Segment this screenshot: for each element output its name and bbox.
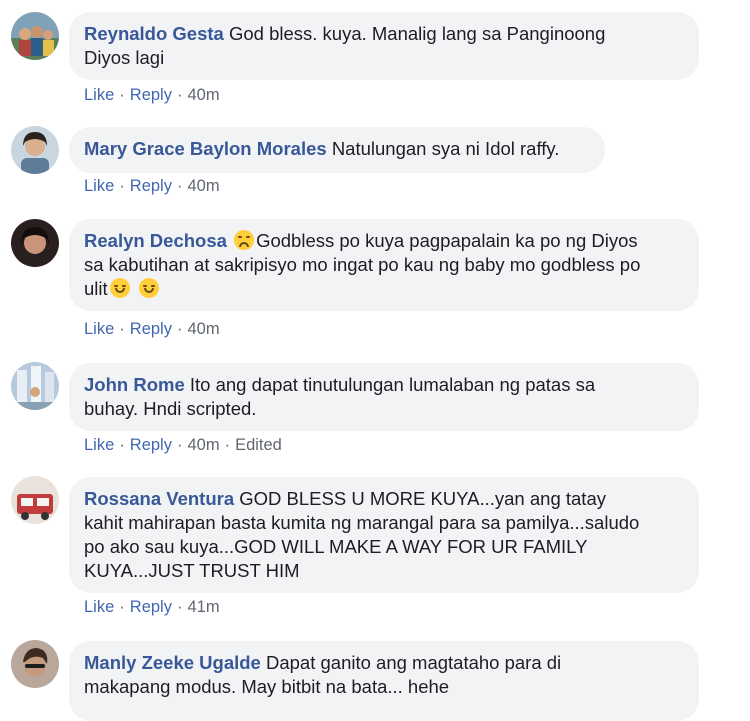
comment-bubble: Rossana Ventura GOD BLESS U MORE KUYA...… [69, 477, 699, 593]
comment-author[interactable]: Mary Grace Baylon Morales [84, 138, 327, 159]
comment-text: KUYA...JUST TRUST HIM [84, 560, 300, 581]
comment-bubble: Manly Zeeke Ugalde Dapat ganito ang magt… [69, 641, 699, 721]
like-link[interactable]: Like [84, 177, 114, 195]
smiling-face-icon [109, 278, 130, 298]
separator: · [119, 177, 125, 195]
comment-actions: Like · Reply · 40m [84, 320, 220, 339]
avatar[interactable] [11, 362, 59, 410]
separator: · [176, 598, 183, 616]
comment-timestamp[interactable]: 40m [187, 177, 219, 195]
reply-link[interactable]: Reply [130, 598, 172, 616]
comment-text: Dapat ganito ang magtataho para di [265, 652, 562, 673]
avatar[interactable] [11, 476, 59, 524]
comment-actions: Like · Reply · 40m [84, 86, 220, 105]
comment-timestamp[interactable]: 41m [187, 598, 219, 616]
avatar[interactable] [11, 219, 59, 267]
comment-text: Natulungan sya ni Idol raffy. [331, 138, 560, 159]
like-link[interactable]: Like [84, 320, 114, 338]
avatar[interactable] [11, 12, 59, 60]
separator: · [224, 436, 231, 454]
comment-text: Diyos lagi [84, 47, 165, 68]
avatar[interactable] [11, 126, 59, 174]
reply-link[interactable]: Reply [130, 320, 172, 338]
comment-actions: Like · Reply · 41m [84, 598, 220, 617]
like-link[interactable]: Like [84, 436, 114, 454]
comment-actions: Like · Reply · 40m · Edited [84, 436, 282, 455]
comment-author[interactable]: Manly Zeeke Ugalde [84, 652, 261, 673]
separator: · [119, 598, 125, 616]
reply-link[interactable]: Reply [130, 177, 172, 195]
comment-actions: Like · Reply · 40m [84, 177, 220, 196]
comment-author[interactable]: John Rome [84, 374, 185, 395]
comment-timestamp[interactable]: 40m [187, 436, 219, 454]
separator: · [176, 177, 183, 195]
comment-bubble: Reynaldo Gesta God bless. kuya. Manalig … [69, 12, 699, 80]
comment-text: Godbless po kuya pagpapalain ka po ng Di… [256, 230, 638, 251]
disappointed-face-icon [234, 230, 255, 250]
edited-label[interactable]: Edited [235, 436, 282, 454]
comment-bubble: John Rome Ito ang dapat tinutulungan lum… [69, 363, 699, 431]
comment-text: kahit mahirapan basta kumita ng marangal… [84, 512, 640, 533]
like-link[interactable]: Like [84, 598, 114, 616]
comment-text: makapang modus. May bitbit na bata... he… [84, 676, 450, 697]
comment-author[interactable]: Rossana Ventura [84, 488, 234, 509]
comment-text: sa kabutihan at sakripisyo mo ingat po k… [84, 254, 641, 275]
comment-author[interactable]: Realyn Dechosa [84, 230, 227, 251]
separator: · [119, 320, 125, 338]
comment-text: GOD BLESS U MORE KUYA...yan ang tatay [239, 488, 606, 509]
separator: · [176, 86, 183, 104]
comment-bubble: Mary Grace Baylon Morales Natulungan sya… [69, 127, 605, 173]
separator: · [176, 320, 183, 338]
comment-text: ulit [84, 278, 108, 299]
reply-link[interactable]: Reply [130, 86, 172, 104]
separator: · [176, 436, 183, 454]
reply-link[interactable]: Reply [130, 436, 172, 454]
comment-text: God bless. kuya. Manalig lang sa Pangino… [228, 23, 606, 44]
comment-timestamp[interactable]: 40m [187, 320, 219, 338]
comment-text: buhay. Hndi scripted. [84, 398, 257, 419]
comment-author[interactable]: Reynaldo Gesta [84, 23, 224, 44]
avatar[interactable] [11, 640, 59, 688]
comment-timestamp[interactable]: 40m [187, 86, 219, 104]
smiling-face-icon [138, 278, 159, 298]
separator: · [119, 86, 125, 104]
like-link[interactable]: Like [84, 86, 114, 104]
comment-bubble: Realyn Dechosa Godbless po kuya pagpapal… [69, 219, 699, 311]
comment-text: po ako sau kuya...GOD WILL MAKE A WAY FO… [84, 536, 588, 557]
separator: · [119, 436, 125, 454]
comment-text: Ito ang dapat tinutulungan lumalaban ng … [189, 374, 596, 395]
